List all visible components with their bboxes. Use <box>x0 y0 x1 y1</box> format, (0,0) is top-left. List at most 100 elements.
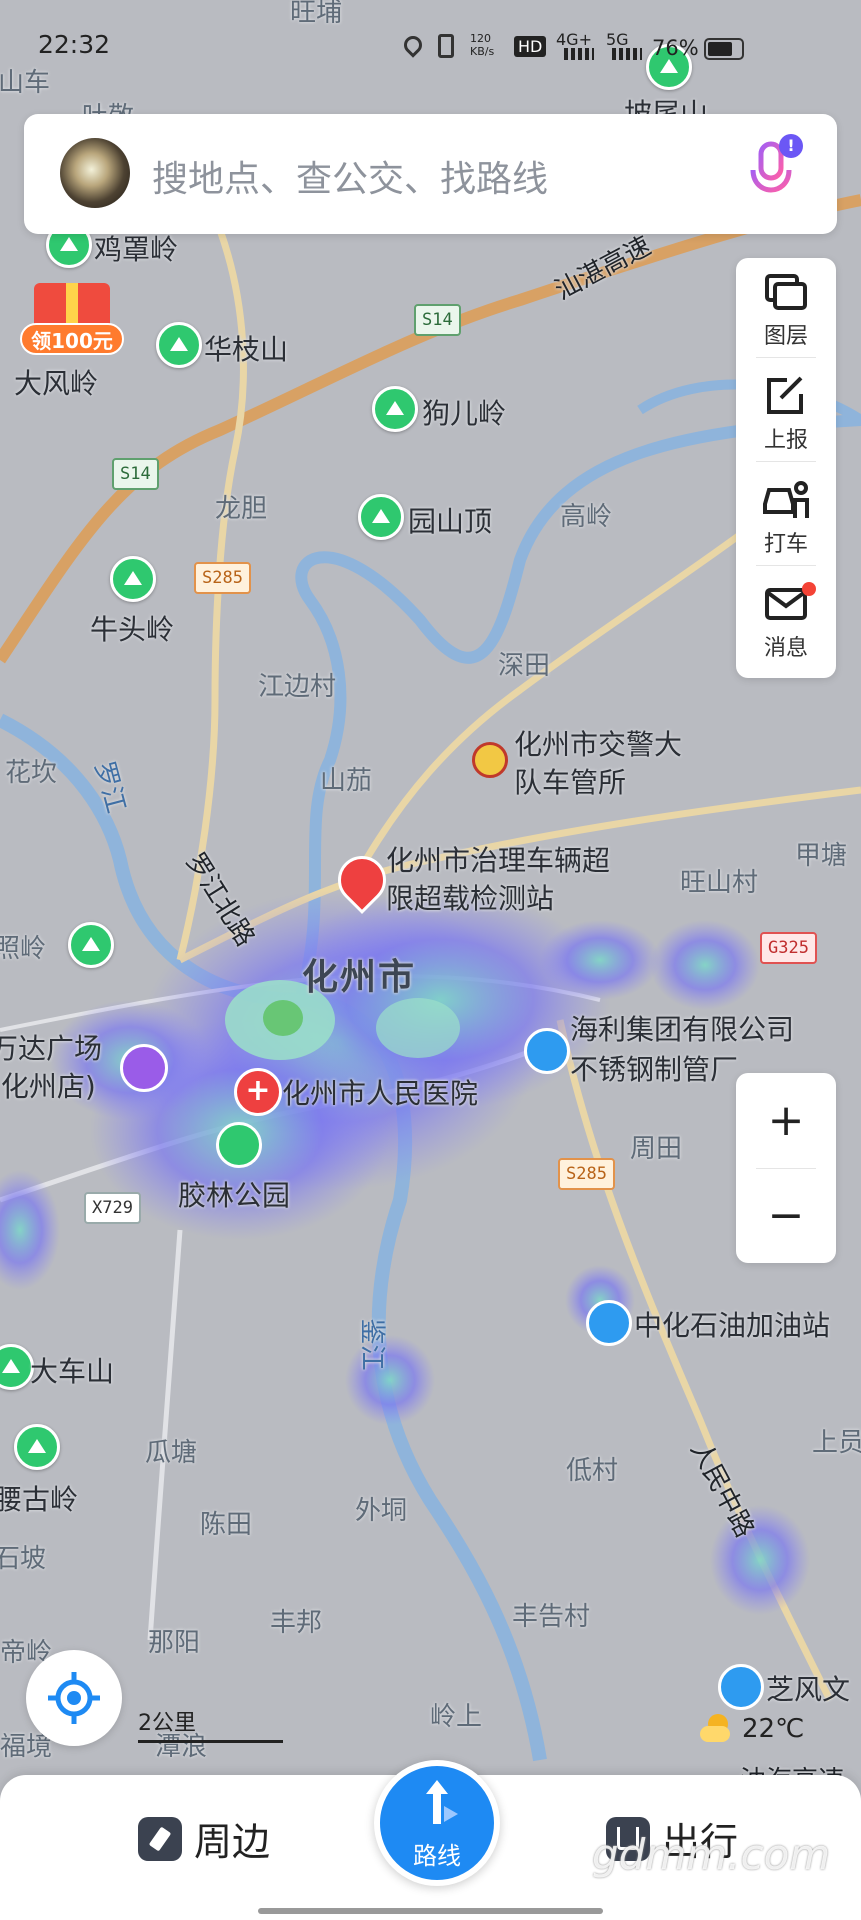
avatar[interactable] <box>60 138 130 208</box>
peak-label: 牛头岭 <box>90 613 175 646</box>
mountain-icon[interactable] <box>372 386 418 432</box>
weather-temp: 22℃ <box>742 1714 805 1744</box>
locate-button[interactable] <box>26 1650 122 1746</box>
notification-badge-icon: ! <box>779 134 803 158</box>
road-shield: S14 <box>414 304 461 336</box>
net-speed: 120 KB/s <box>470 32 495 58</box>
place-label: 丰邦 <box>270 1608 323 1638</box>
peak-label: 华枝山 <box>204 333 289 366</box>
zoom-control: + − <box>736 1073 836 1263</box>
route-label: 路线 <box>413 1842 461 1870</box>
layers-button[interactable]: 图层 <box>736 258 836 358</box>
route-button[interactable]: 路线 <box>374 1760 500 1886</box>
poi-label[interactable]: 胶林公园 <box>178 1174 290 1214</box>
nearby-label: 周边 <box>194 1820 271 1864</box>
place-label: 岭上 <box>430 1702 483 1732</box>
mountain-icon[interactable] <box>156 322 202 368</box>
layers-label: 图层 <box>763 324 808 349</box>
peak-label: 腰古岭 <box>0 1483 79 1516</box>
place-label: 那阳 <box>148 1628 201 1658</box>
place-label: 瓜塘 <box>145 1438 198 1468</box>
poi-label[interactable]: 化州市交警大队车管所 <box>514 726 684 802</box>
map-canvas[interactable] <box>0 0 861 1920</box>
place-label: 照岭 <box>0 934 47 964</box>
compass-icon <box>138 1816 182 1861</box>
place-label: 低村 <box>566 1456 619 1486</box>
place-label: 上员 <box>812 1428 861 1458</box>
poi-label[interactable]: 中化石油加油站 <box>634 1304 830 1344</box>
messages-label: 消息 <box>763 636 808 661</box>
mountain-icon[interactable] <box>358 494 404 540</box>
gift-coupon[interactable]: 领100元 <box>20 275 124 363</box>
scale-label: 2公里 <box>138 1711 196 1736</box>
peak-label: 鸡罩岭 <box>94 233 179 266</box>
report-button[interactable]: 上报 <box>736 362 836 462</box>
report-edit-icon <box>767 376 803 414</box>
place-label: 花坎 <box>5 758 58 788</box>
place-label: 旺山村 <box>680 868 759 898</box>
mountain-icon[interactable] <box>110 556 156 602</box>
road-shield: S285 <box>558 1158 615 1190</box>
building-icon[interactable] <box>524 1028 570 1074</box>
place-label: 深田 <box>498 651 551 681</box>
nearby-button[interactable]: 周边 <box>138 1811 270 1866</box>
place-label: 甲塘 <box>795 841 848 871</box>
taxi-label: 打车 <box>763 532 808 557</box>
taxi-button[interactable]: 打车 <box>736 466 836 566</box>
road-shield: X729 <box>84 1192 141 1224</box>
culture-icon[interactable] <box>718 1664 764 1710</box>
place-label: 陈田 <box>200 1510 253 1540</box>
watermark: gdmm.com <box>592 1830 831 1879</box>
signal-icon <box>564 48 594 60</box>
gas-station-icon[interactable] <box>586 1300 632 1346</box>
poi-label[interactable]: 万达广场(化州店) <box>0 1030 115 1106</box>
search-input[interactable]: 搜地点、查公交、找路线 <box>152 150 548 202</box>
layers-icon <box>765 274 807 310</box>
poi-label[interactable]: 芝风文 <box>766 1668 850 1708</box>
messages-button[interactable]: 消息 <box>736 570 836 670</box>
city-label: 化州市 <box>302 957 417 998</box>
place-label: 周田 <box>630 1134 683 1164</box>
place-label: 龙胆 <box>215 494 268 524</box>
place-label: 外垌 <box>355 1496 408 1526</box>
route-arrow-icon <box>426 1780 458 1824</box>
hd-badge: HD <box>514 36 547 57</box>
road-shield: G325 <box>760 932 817 964</box>
place-label: 江边村 <box>258 672 337 702</box>
status-time: 22:32 <box>38 30 111 59</box>
poi-label[interactable]: 化州市治理车辆超限超载检测站 <box>386 842 616 918</box>
zoom-in-button[interactable]: + <box>736 1073 836 1168</box>
location-icon <box>400 32 426 58</box>
zoom-out-button[interactable]: − <box>736 1168 836 1263</box>
peak-label: 园山顶 <box>408 505 493 538</box>
map-toolbar: 图层 上报 打车 消息 <box>736 258 836 678</box>
road-shield: S14 <box>112 458 159 490</box>
police-icon[interactable] <box>472 742 508 778</box>
river-label: 鉴江 <box>356 1318 387 1371</box>
park-icon[interactable] <box>216 1122 262 1168</box>
place-label: 丰告村 <box>512 1602 591 1632</box>
place-label: 山茄 <box>320 766 373 796</box>
peak-label: 大车山 <box>30 1355 115 1388</box>
shopping-icon[interactable] <box>120 1044 168 1092</box>
peak-label: 大风岭 <box>14 367 99 400</box>
gift-label: 领100元 <box>20 323 124 355</box>
taxi-icon <box>763 481 809 518</box>
scale-bar <box>138 1740 283 1743</box>
hospital-icon[interactable]: + <box>234 1068 282 1116</box>
place-label: 石坡 <box>0 1544 47 1574</box>
battery-icon <box>704 38 744 60</box>
search-bar[interactable]: 搜地点、查公交、找路线 ! <box>24 114 837 234</box>
mountain-icon[interactable] <box>68 922 114 968</box>
unread-dot-icon <box>802 582 816 596</box>
battery-percent: 76% <box>652 36 699 60</box>
mountain-icon[interactable] <box>14 1424 60 1470</box>
partly-cloudy-icon <box>700 1714 730 1744</box>
home-indicator[interactable] <box>258 1908 603 1914</box>
poi-label[interactable]: 化州市人民医院 <box>282 1072 478 1112</box>
signal-icon <box>612 48 642 60</box>
vibrate-icon <box>438 34 454 58</box>
peak-label: 狗儿岭 <box>422 397 507 430</box>
place-label: 高岭 <box>560 502 613 532</box>
road-shield: S285 <box>194 562 251 594</box>
